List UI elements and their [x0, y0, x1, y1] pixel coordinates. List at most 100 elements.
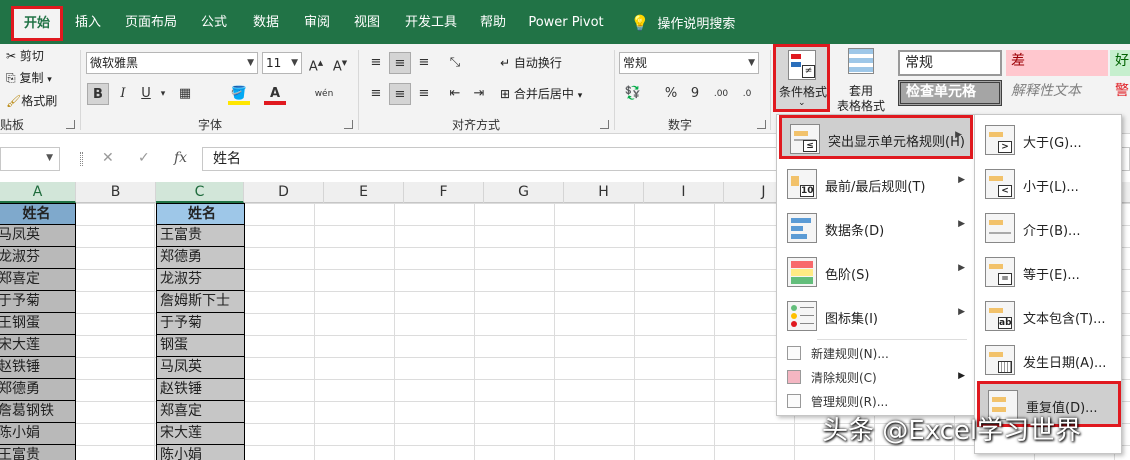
number-format-combo[interactable]: 常规 ▼ [619, 52, 759, 74]
column-header-i[interactable]: I [644, 182, 724, 203]
header-cell[interactable]: 姓名 [156, 203, 245, 225]
orientation-icon[interactable]: ⤡ [444, 52, 466, 74]
insert-function-icon[interactable]: fx [174, 150, 187, 166]
borders-icon[interactable]: ▦ [174, 83, 196, 105]
submenu-equal-to[interactable]: = 等于(E)... [977, 251, 1121, 293]
decrease-decimal-icon[interactable]: .0 [736, 83, 758, 105]
tab-developer[interactable]: 开发工具 [398, 8, 464, 38]
font-dialog-launcher[interactable] [344, 120, 353, 129]
submenu-text-contains[interactable]: ab 文本包含(T)... [977, 295, 1121, 337]
name-cell[interactable]: 宋大莲 [0, 335, 76, 357]
menu-icon-sets[interactable]: 图标集(I) ▶ [779, 295, 973, 337]
tell-me-search[interactable]: 💡 操作说明搜索 [624, 8, 742, 38]
conditional-formatting-button[interactable]: ≠ 条件格式 ⌄ [773, 44, 830, 112]
tab-insert[interactable]: 插入 [70, 8, 106, 38]
align-center-icon[interactable]: ≡ [389, 83, 411, 105]
name-cell[interactable]: 马凤英 [156, 357, 245, 379]
copy-button[interactable]: ⎘ 复制 ▾ [6, 69, 52, 86]
resize-handle[interactable] [80, 152, 83, 166]
menu-color-scales[interactable]: 色阶(S) ▶ [779, 251, 973, 293]
tab-page-layout[interactable]: 页面布局 [118, 8, 184, 38]
submenu-greater-than[interactable]: > 大于(G)... [977, 119, 1121, 161]
column-header-d[interactable]: D [244, 182, 324, 203]
name-cell[interactable]: 宋大莲 [156, 423, 245, 445]
chevron-down-icon[interactable]: ▾ [152, 83, 174, 105]
column-header-a[interactable]: A [0, 182, 76, 203]
clipboard-dialog-launcher[interactable] [66, 120, 75, 129]
style-explanatory[interactable]: 解释性文本 [1006, 80, 1108, 106]
name-cell[interactable]: 詹姆斯下士 [156, 291, 245, 313]
name-cell[interactable]: 钢蛋 [156, 335, 245, 357]
decrease-font-size-button[interactable]: A▼ [329, 52, 351, 74]
wrap-text-button[interactable]: ↵ 自动换行 [500, 54, 562, 71]
style-good[interactable]: 好 [1110, 50, 1130, 76]
increase-font-size-button[interactable]: A▲ [305, 52, 327, 74]
name-cell[interactable]: 郑喜定 [156, 401, 245, 423]
percent-style-button[interactable]: % [660, 83, 682, 105]
menu-data-bars[interactable]: 数据条(D) ▶ [779, 207, 973, 249]
tab-data[interactable]: 数据 [246, 8, 286, 38]
font-color-icon[interactable]: A [264, 83, 286, 105]
name-cell[interactable]: 郑喜定 [0, 269, 76, 291]
menu-top-bottom-rules[interactable]: 10 最前/最后规则(T) ▶ [779, 163, 973, 205]
column-header-f[interactable]: F [404, 182, 484, 203]
accounting-format-icon[interactable]: 💱 [622, 83, 644, 105]
merge-center-button[interactable]: ⊞ 合并后居中 ▾ [500, 85, 582, 102]
column-header-g[interactable]: G [484, 182, 564, 203]
name-cell[interactable]: 陈小娟 [0, 423, 76, 445]
submenu-between[interactable]: 介于(B)... [977, 207, 1121, 249]
tab-power-pivot[interactable]: Power Pivot [524, 8, 608, 38]
menu-highlight-cell-rules[interactable]: ≤ 突出显示单元格规则(H) ▶ [779, 115, 973, 159]
name-cell[interactable]: 詹葛钢铁 [0, 401, 76, 423]
name-cell[interactable]: 郑德勇 [0, 379, 76, 401]
column-header-b[interactable]: B [76, 182, 156, 203]
phonetic-guide-button[interactable]: wén [313, 83, 335, 105]
submenu-date-occurring[interactable]: 发生日期(A)... [977, 339, 1121, 381]
font-name-combo[interactable]: 微软雅黑 ▼ [86, 52, 258, 74]
cancel-icon[interactable]: ✕ [102, 150, 114, 166]
name-cell[interactable]: 王富贵 [0, 445, 76, 460]
style-check-cell[interactable]: 检查单元格 [898, 80, 1002, 106]
alignment-dialog-launcher[interactable] [600, 120, 609, 129]
italic-button[interactable]: I [112, 83, 134, 105]
format-painter-button[interactable]: 🖌格式刷 [6, 92, 57, 109]
name-cell[interactable]: 王富贵 [156, 225, 245, 247]
name-cell[interactable]: 于予菊 [156, 313, 245, 335]
name-cell[interactable]: 赵铁锤 [0, 357, 76, 379]
increase-indent-icon[interactable]: ⇥ [468, 83, 490, 105]
name-cell[interactable]: 龙淑芬 [0, 247, 76, 269]
submenu-less-than[interactable]: < 小于(L)... [977, 163, 1121, 205]
align-right-icon[interactable]: ≡ [413, 83, 435, 105]
comma-style-button[interactable]: 9 [684, 83, 706, 105]
header-cell[interactable]: 姓名 [0, 203, 76, 225]
column-header-c[interactable]: C [156, 182, 244, 203]
format-as-table-button[interactable]: 套用 表格格式 [832, 48, 890, 113]
cut-button[interactable]: ✂ 剪切 [6, 47, 44, 64]
name-cell[interactable]: 陈小娟 [156, 445, 245, 460]
tab-help[interactable]: 帮助 [474, 8, 512, 38]
name-cell[interactable]: 赵铁锤 [156, 379, 245, 401]
align-top-icon[interactable]: ≡ [365, 52, 387, 74]
style-normal[interactable]: 常规 [898, 50, 1002, 76]
tab-formulas[interactable]: 公式 [194, 8, 234, 38]
name-cell[interactable]: 龙淑芬 [156, 269, 245, 291]
column-header-h[interactable]: H [564, 182, 644, 203]
menu-clear-rules[interactable]: 清除规则(C) ▶ [779, 365, 973, 389]
style-bad[interactable]: 差 [1006, 50, 1108, 76]
increase-decimal-icon[interactable]: .00 [710, 83, 732, 105]
align-left-icon[interactable]: ≡ [365, 83, 387, 105]
align-bottom-icon[interactable]: ≡ [413, 52, 435, 74]
name-cell[interactable]: 郑德勇 [156, 247, 245, 269]
name-cell[interactable]: 于予菊 [0, 291, 76, 313]
font-size-combo[interactable]: 11 ▼ [262, 52, 302, 74]
align-middle-icon[interactable]: ≡ [389, 52, 411, 74]
number-dialog-launcher[interactable] [757, 120, 766, 129]
fill-color-icon[interactable]: 🪣 [228, 83, 250, 105]
name-cell[interactable]: 马凤英 [0, 225, 76, 247]
style-warning[interactable]: 警 [1110, 80, 1130, 106]
column-header-e[interactable]: E [324, 182, 404, 203]
decrease-indent-icon[interactable]: ⇤ [444, 83, 466, 105]
enter-icon[interactable]: ✓ [138, 150, 150, 166]
menu-new-rule[interactable]: 新建规则(N)... [779, 341, 973, 365]
name-box[interactable]: ▼ [0, 147, 60, 171]
